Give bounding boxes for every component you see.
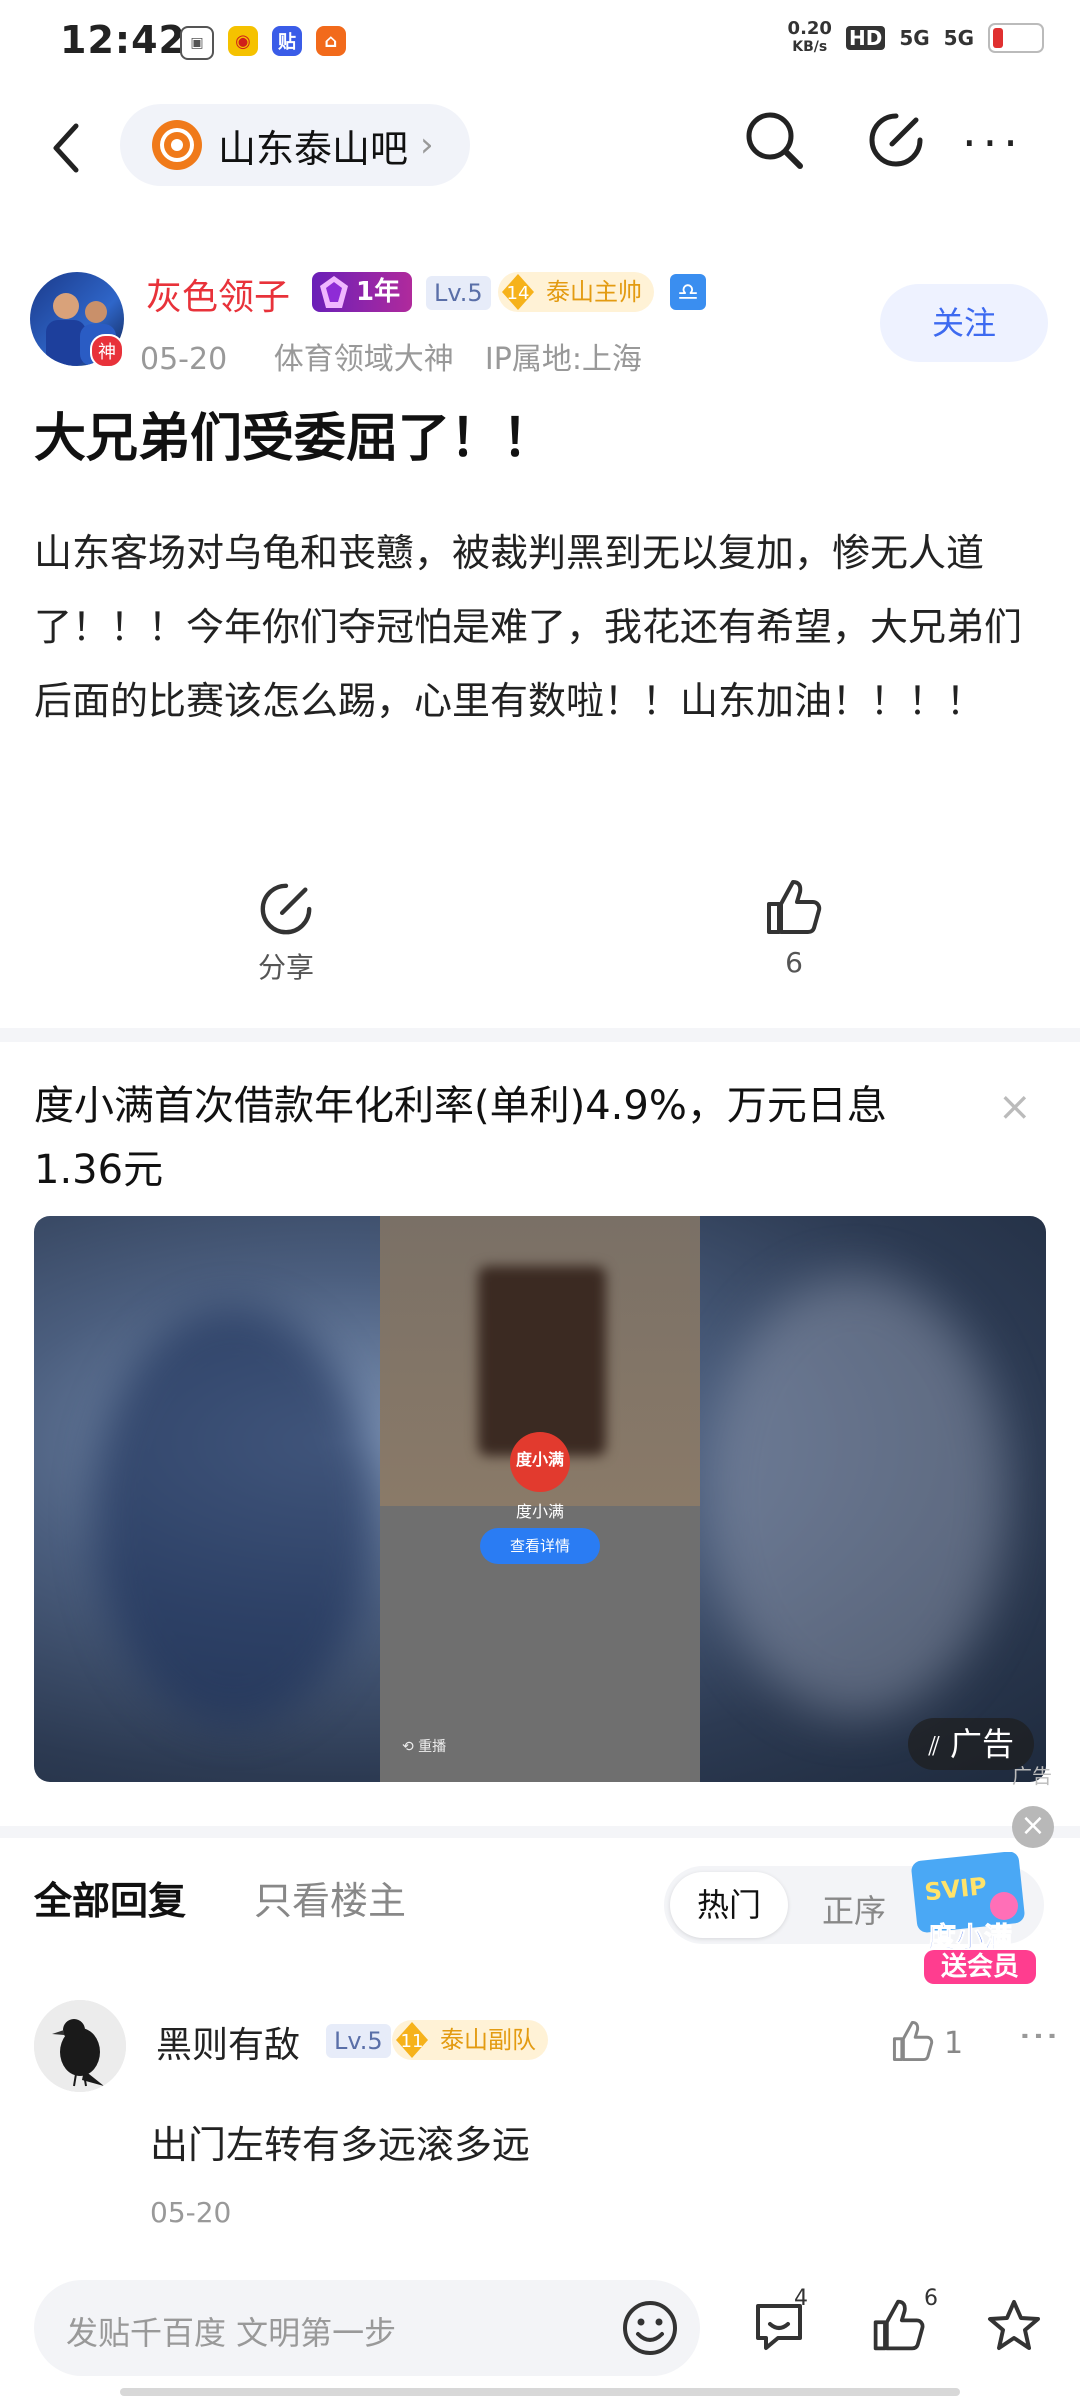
status-right-group: 0.20 KB/s HD 5G 5G: [788, 20, 1044, 56]
status-notification-icons: ▣ ◉ 贴 ⌂: [180, 26, 346, 60]
reply-title-badge: 11 泰山副队: [392, 2020, 548, 2060]
reply-like-count: 1: [944, 2026, 964, 2061]
net-speed-value: 0.20: [787, 18, 832, 39]
author-name[interactable]: 灰色领子: [146, 268, 290, 320]
reply-title-level-number: 11: [401, 2031, 424, 2052]
reply-author-name[interactable]: 黑则有敌: [156, 2016, 300, 2068]
title-level-icon: 14: [502, 274, 534, 310]
year-badge-text: 1年: [356, 277, 401, 307]
bottom-like-count: 6: [924, 2286, 938, 2311]
promo-line2: 送会员: [924, 1950, 1036, 1984]
ad-video[interactable]: 度小满 度小满 查看详情 ⟲ 重播 ⫽ 广告: [34, 1216, 1046, 1782]
edit-icon: [869, 113, 923, 167]
title-level-number: 14: [507, 283, 530, 304]
ad-brand-mark-icon: ⫽: [928, 1732, 940, 1762]
search-button[interactable]: [742, 108, 806, 176]
edit-button[interactable]: [866, 110, 926, 174]
post-like-count: 6: [785, 946, 803, 979]
section-divider: [0, 1028, 1080, 1042]
back-button[interactable]: [46, 118, 86, 178]
ad-small-label: 广告: [1012, 1764, 1052, 1788]
zodiac-libra-icon: ♎: [670, 274, 706, 310]
reply-title-text: 泰山副队: [440, 2026, 536, 2054]
ad-cta-button[interactable]: 查看详情: [480, 1528, 600, 1564]
signal-5g-1-icon: 5G: [899, 26, 930, 50]
weibo-app-icon: ◉: [228, 26, 258, 56]
reply-date: 05-20: [150, 2196, 232, 2229]
tieba-app-icon: 贴: [272, 26, 302, 56]
post-like-button[interactable]: 6: [744, 876, 844, 979]
svip-promo-widget[interactable]: SVIP 度小满 送会员: [904, 1851, 1036, 1984]
author-role: 体育领域大神: [273, 342, 454, 377]
promo-close-button[interactable]: ×: [1012, 1806, 1054, 1848]
post-meta: 05-20 体育领域大神 IP属地:上海: [140, 334, 642, 378]
net-speed-unit: KB/s: [792, 39, 828, 55]
status-time: 12:42: [60, 18, 186, 62]
smiley-icon: [623, 2301, 677, 2355]
ad-logo-icon: 度小满: [510, 1432, 570, 1492]
post-title: 大兄弟们受委屈了！！: [34, 409, 555, 469]
net-speed: 0.20 KB/s: [788, 20, 832, 56]
chevron-right-icon: ›: [420, 125, 434, 165]
reply-thumbs-up-icon: [892, 2020, 934, 2062]
gem-icon: [320, 276, 348, 308]
share-label: 分享: [257, 951, 314, 984]
level-badge: Lv.5: [426, 276, 491, 310]
ad-phone-preview: 度小满 度小满 查看详情 ⟲ 重播: [380, 1216, 700, 1782]
follow-button[interactable]: 关注: [880, 284, 1048, 362]
share-icon: [260, 883, 312, 935]
comment-count: 4: [794, 2286, 808, 2311]
tab-op-only[interactable]: 只看楼主: [254, 1870, 406, 1925]
reply-level-badge: Lv.5: [326, 2024, 391, 2058]
home-indicator[interactable]: [120, 2388, 960, 2396]
reply-more-button[interactable]: ⋮: [1016, 2016, 1062, 2052]
sort-hot-button[interactable]: 热门: [670, 1872, 788, 1938]
share-button[interactable]: 分享: [236, 880, 336, 986]
signal-5g-2-icon: 5G: [943, 26, 974, 50]
ad-replay-button[interactable]: ⟲ 重播: [402, 1736, 446, 1756]
forum-link[interactable]: 山东泰山吧 ›: [120, 104, 470, 186]
reply-text: 出门左转有多远滚多远: [150, 2123, 531, 2167]
battery-icon: [988, 23, 1044, 53]
ad-title[interactable]: 度小满首次借款年化利率(单利)4.9%，万元日息1.36元: [34, 1074, 934, 1202]
reply-avatar[interactable]: [34, 2000, 126, 2092]
tv-app-icon: ▣: [180, 26, 214, 60]
crow-avatar-icon: [34, 2000, 126, 2092]
post-date: 05-20: [140, 342, 228, 377]
home-app-icon: ⌂: [316, 26, 346, 56]
back-arrow-icon: [53, 123, 79, 173]
year-badge: 1年: [312, 272, 413, 312]
search-icon: [746, 112, 803, 169]
thumbs-up-icon: [767, 880, 822, 934]
ad-label-text: 广告: [949, 1725, 1014, 1763]
bottom-like-button[interactable]: [870, 2296, 928, 2358]
author-god-badge: 神: [90, 334, 124, 368]
tab-all-replies[interactable]: 全部回复: [34, 1870, 186, 1925]
section-divider-2: [0, 1826, 1080, 1838]
forum-logo-icon: [152, 120, 202, 170]
reply-like-button[interactable]: [890, 2018, 936, 2068]
ad-close-button[interactable]: ×: [998, 1084, 1032, 1130]
forum-title-text: 泰山主帅: [546, 278, 642, 306]
post-body: 山东客场对乌龟和丧戆，被裁判黑到无以复加，惨无人道了！！！今年你们夺冠怕是难了，…: [34, 531, 1023, 723]
star-icon: [988, 2300, 1040, 2350]
emoji-button[interactable]: [620, 2298, 680, 2362]
author-ip: IP属地:上海: [484, 342, 642, 377]
ad-brand: 度小满: [515, 1502, 564, 1521]
reply-input-placeholder: 发贴千百度 文明第一步: [66, 2314, 397, 2352]
bottom-thumbs-up-icon: [873, 2299, 925, 2351]
hd-icon: HD: [845, 26, 886, 50]
forum-name: 山东泰山吧: [218, 126, 409, 171]
sort-sequence-button[interactable]: 正序: [822, 1886, 886, 1932]
favorite-button[interactable]: [984, 2296, 1044, 2360]
forum-title-badge: 14 泰山主帅: [498, 272, 654, 312]
reply-input[interactable]: 发贴千百度 文明第一步: [34, 2280, 700, 2376]
reply-title-level-icon: 11: [396, 2022, 428, 2058]
more-button[interactable]: ···: [962, 116, 1024, 170]
